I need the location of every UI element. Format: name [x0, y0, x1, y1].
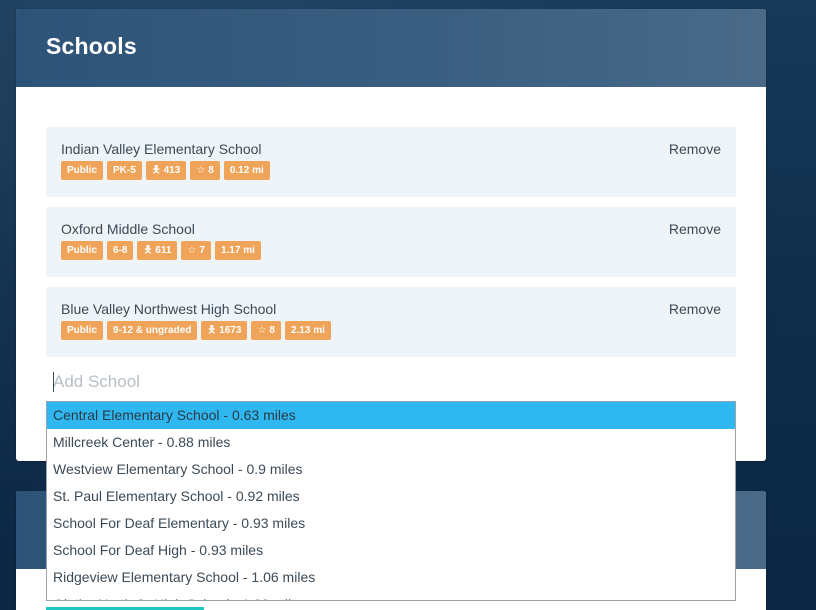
suggestion-item-ridgeview-elementary[interactable]: Ridgeview Elementary School - 1.06 miles [47, 564, 735, 591]
rating-badge: ☆ 8 [251, 321, 281, 340]
grade-range-badge: 9-12 & ungraded [107, 321, 198, 340]
add-school-input[interactable] [46, 367, 732, 397]
schools-card-title: Schools [46, 33, 137, 59]
school-list: Indian Valley Elementary School Remove P… [46, 127, 736, 367]
suggestion-item-st-paul-elementary[interactable]: St. Paul Elementary School - 0.92 miles [47, 483, 735, 510]
grade-range-badge: PK-5 [107, 161, 142, 180]
school-type-badge: Public [61, 321, 104, 340]
school-list-item: Blue Valley Northwest High School Remove… [46, 287, 736, 357]
suggestion-item-millcreek-center[interactable]: Millcreek Center - 0.88 miles [47, 429, 735, 456]
students-icon: 🯅 [207, 325, 217, 336]
suggestion-item-central-elementary[interactable]: Central Elementary School - 0.63 miles [47, 402, 735, 429]
enrollment-badge: 🯅 1673 [201, 321, 248, 340]
schools-card-header: Schools [16, 9, 766, 87]
school-list-item: Oxford Middle School Remove Public 6-8 🯅… [46, 207, 736, 277]
rating-badge: ☆ 7 [181, 241, 211, 260]
school-suggestions-dropdown[interactable]: Central Elementary School - 0.63 miles M… [46, 401, 736, 601]
school-badges: Public 9-12 & ungraded 🯅 1673 ☆ 8 2.13 mi [61, 321, 331, 340]
distance-badge: 1.17 mi [214, 241, 261, 260]
students-icon: 🯅 [143, 245, 153, 256]
rating-star-icon: ☆ [257, 325, 267, 336]
rating-badge: ☆ 8 [190, 161, 220, 180]
text-cursor [53, 372, 54, 392]
remove-school-button[interactable]: Remove [669, 221, 721, 237]
rating-star-icon: ☆ [187, 245, 197, 256]
suggestion-item-deaf-elementary[interactable]: School For Deaf Elementary - 0.93 miles [47, 510, 735, 537]
students-icon: 🯅 [151, 165, 161, 176]
school-name: Oxford Middle School [61, 221, 195, 237]
enrollment-badge: 🯅 413 [145, 161, 187, 180]
school-list-item: Indian Valley Elementary School Remove P… [46, 127, 736, 197]
school-type-badge: Public [61, 241, 104, 260]
school-badges: Public 6-8 🯅 611 ☆ 7 1.17 mi [61, 241, 261, 260]
school-badges: Public PK-5 🯅 413 ☆ 8 0.12 mi [61, 161, 270, 180]
distance-badge: 0.12 mi [223, 161, 270, 180]
remove-school-button[interactable]: Remove [669, 141, 721, 157]
school-type-badge: Public [61, 161, 104, 180]
suggestion-item-olathe-north[interactable]: Olathe North Sr High School - 1.33 miles [47, 591, 735, 600]
enrollment-badge: 🯅 611 [137, 241, 178, 260]
school-name: Indian Valley Elementary School [61, 141, 262, 157]
school-name: Blue Valley Northwest High School [61, 301, 277, 317]
suggestion-item-deaf-high[interactable]: School For Deaf High - 0.93 miles [47, 537, 735, 564]
remove-school-button[interactable]: Remove [669, 301, 721, 317]
suggestion-item-westview-elementary[interactable]: Westview Elementary School - 0.9 miles [47, 456, 735, 483]
grade-range-badge: 6-8 [107, 241, 134, 260]
distance-badge: 2.13 mi [284, 321, 331, 340]
rating-star-icon: ☆ [196, 165, 206, 176]
